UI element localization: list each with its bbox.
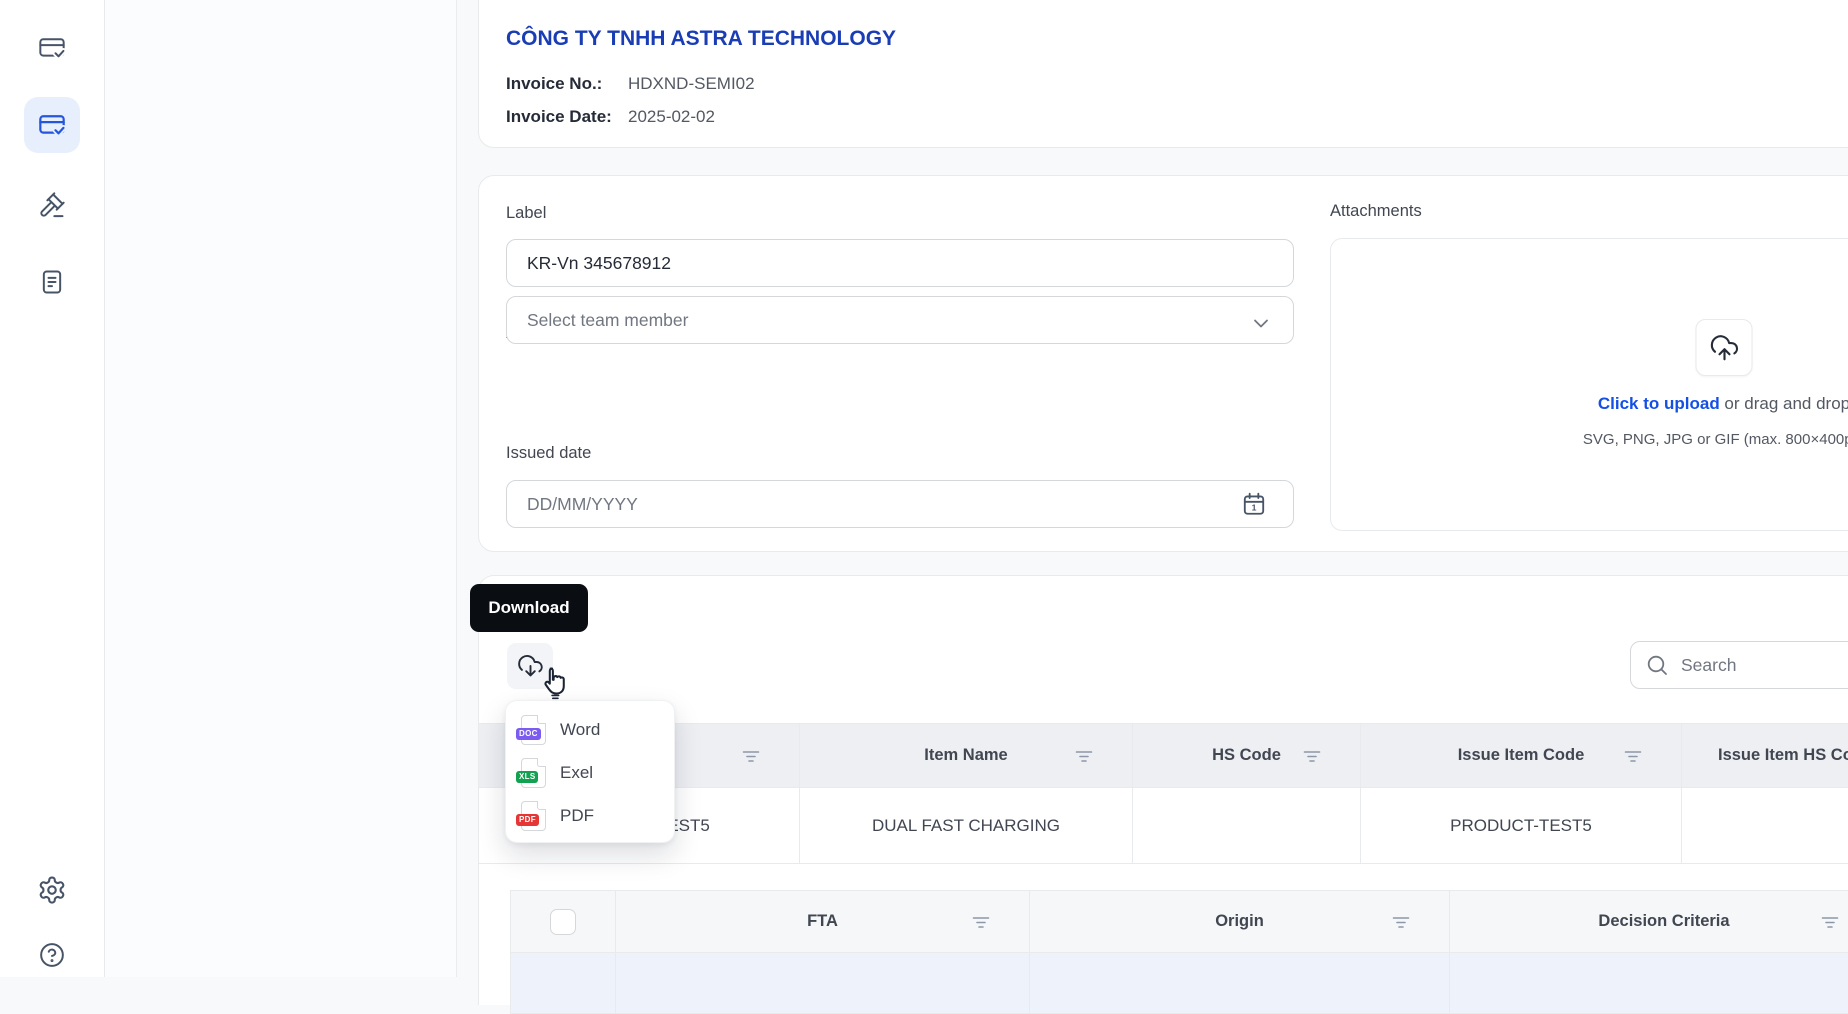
filter-lines-icon[interactable] <box>969 910 993 934</box>
header-cell-fta[interactable]: FTA <box>615 891 1029 952</box>
filter-lines-icon[interactable] <box>1389 910 1413 934</box>
invoice-no-row: Invoice No.: HDXND-SEMI02 <box>506 74 755 94</box>
header-cell-decision-criteria[interactable]: Decision Criteria <box>1449 891 1848 952</box>
cloud-upload-icon <box>1696 319 1753 376</box>
items-table: Item Name HS Code Issue Item Code <box>479 723 1848 864</box>
cell-issue-item-hs-code <box>1681 788 1848 863</box>
upload-instructions: Click to upload or drag and drop <box>1331 394 1848 414</box>
menu-item-word[interactable]: DOC Word <box>506 708 674 751</box>
gavel-icon <box>38 191 66 219</box>
chevron-down-icon[interactable] <box>1249 311 1273 335</box>
attachments-label: Attachments <box>1330 202 1422 221</box>
invoice-date-label: Invoice Date: <box>506 107 628 127</box>
svg-text:1: 1 <box>1252 503 1257 513</box>
label-input[interactable] <box>506 239 1294 287</box>
invoice-date-row: Invoice Date: 2025-02-02 <box>506 107 715 127</box>
filter-lines-icon[interactable] <box>1072 744 1096 768</box>
items-section-card: Download <box>478 575 1848 1005</box>
xls-file-icon: XLS <box>521 758 546 788</box>
upload-dropzone[interactable]: Click to upload or drag and drop SVG, PN… <box>1330 238 1848 531</box>
invoice-header-card: CÔNG TY TNHH ASTRA TECHNOLOGY Invoice No… <box>478 0 1848 148</box>
menu-item-exel[interactable]: XLS Exel <box>506 751 674 794</box>
file-text-icon <box>38 268 66 296</box>
items-table-header: Item Name HS Code Issue Item Code <box>479 724 1848 788</box>
table-row[interactable]: PRODUCT-TEST5 DUAL FAST CHARGING PRODUCT… <box>479 788 1848 864</box>
calendar-icon[interactable]: 1 <box>1241 491 1267 517</box>
header-cell-select <box>511 891 615 952</box>
download-format-menu: DOC Word XLS Exel PDF PDF <box>505 700 675 843</box>
issued-date-field-label: Issued date <box>506 444 591 463</box>
filter-lines-icon[interactable] <box>1300 744 1324 768</box>
fta-table: FTA Origin Decision Criteria <box>510 890 1848 1014</box>
search-box <box>1630 641 1848 689</box>
download-tooltip: Download <box>470 584 588 632</box>
gear-icon <box>37 875 67 905</box>
cell-hs-code <box>1132 788 1360 863</box>
help-icon <box>38 941 66 969</box>
sidebar-item-cards-active[interactable] <box>24 97 80 153</box>
filter-lines-icon[interactable] <box>1818 910 1842 934</box>
header-cell-item-name[interactable]: Item Name <box>799 724 1132 787</box>
search-icon <box>1645 653 1669 677</box>
issued-date-input[interactable] <box>506 480 1294 528</box>
card-check-icon <box>38 111 66 139</box>
invoice-no-label: Invoice No.: <box>506 74 628 94</box>
invoice-date-value: 2025-02-02 <box>628 107 715 127</box>
invoice-no-value: HDXND-SEMI02 <box>628 74 755 94</box>
header-cell-origin[interactable]: Origin <box>1029 891 1449 952</box>
signatory-select[interactable] <box>506 296 1294 344</box>
cell-item-name: DUAL FAST CHARGING <box>799 788 1132 863</box>
sidebar-item-documents[interactable] <box>24 254 80 310</box>
company-name: CÔNG TY TNHH ASTRA TECHNOLOGY <box>506 27 896 51</box>
header-cell-hs-code[interactable]: HS Code <box>1132 724 1360 787</box>
header-cell-issue-item-hs-code[interactable]: Issue Item HS Code <box>1681 724 1848 787</box>
card-check-icon <box>38 34 66 62</box>
select-all-checkbox[interactable] <box>550 909 576 935</box>
sidebar-item-cards[interactable] <box>24 20 80 76</box>
sidebar <box>0 0 105 977</box>
fta-table-header: FTA Origin Decision Criteria <box>511 891 1848 953</box>
filter-lines-icon[interactable] <box>739 744 763 768</box>
click-to-upload-link[interactable]: Click to upload <box>1598 394 1720 413</box>
mouse-cursor-pointer <box>537 664 573 702</box>
label-field-label: Label <box>506 204 546 223</box>
pdf-file-icon: PDF <box>521 801 546 831</box>
fta-table-row-selected[interactable] <box>511 953 1848 1013</box>
invoice-form-card: Label Authorized Signatory Issued date 1… <box>478 175 1848 552</box>
sidebar-item-help[interactable] <box>24 927 80 983</box>
menu-item-pdf[interactable]: PDF PDF <box>506 794 674 837</box>
filter-lines-icon[interactable] <box>1621 744 1645 768</box>
upload-hint: SVG, PNG, JPG or GIF (max. 800×400px) <box>1331 431 1848 448</box>
header-cell-issue-item-code[interactable]: Issue Item Code <box>1360 724 1681 787</box>
cell-issue-item-code: PRODUCT-TEST5 <box>1360 788 1681 863</box>
doc-file-icon: DOC <box>521 715 546 745</box>
drag-drop-text: or drag and drop <box>1720 394 1848 413</box>
search-input[interactable] <box>1681 655 1848 676</box>
nav-gutter <box>105 0 457 977</box>
sidebar-item-legal[interactable] <box>24 177 80 233</box>
sidebar-item-settings[interactable] <box>24 862 80 918</box>
